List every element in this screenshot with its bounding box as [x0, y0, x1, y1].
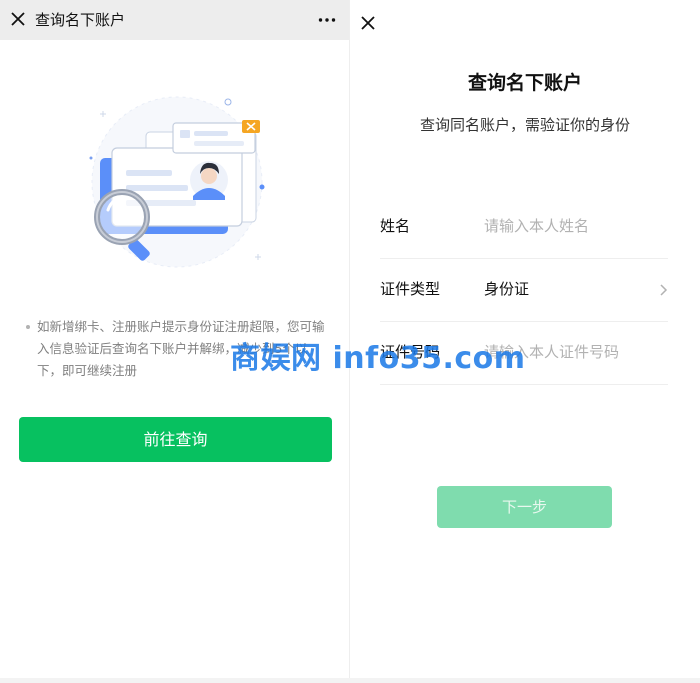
more-dots-icon[interactable] [318, 17, 336, 23]
form-subtitle: 查询同名账户，需验证你的身份 [419, 116, 630, 134]
form-title: 查询名下账户 [467, 72, 582, 94]
go-query-button[interactable]: 前往查询 [19, 417, 332, 462]
close-icon[interactable] [9, 10, 27, 28]
bottom-edge [0, 678, 700, 683]
watermark: 商娱网 info35.com [230, 341, 526, 376]
name-input[interactable]: 请输入本人姓名 [484, 215, 589, 236]
id-type-label: 证件类型 [380, 280, 441, 298]
id-type-select[interactable]: 身份证 [484, 278, 529, 299]
bullet-dot [26, 325, 30, 329]
name-field-row[interactable]: 姓名 请输入本人姓名 [380, 196, 668, 259]
chevron-right-icon [660, 284, 668, 296]
id-card-magnifier-illustration [89, 96, 265, 268]
page-title: 查询名下账户 [35, 11, 126, 29]
name-label: 姓名 [380, 217, 411, 235]
id-type-row[interactable]: 证件类型 身份证 [380, 259, 668, 322]
next-step-button[interactable]: 下一步 [437, 486, 612, 528]
nav-bar: 查询名下账户 [0, 0, 350, 40]
close-icon[interactable] [359, 14, 377, 32]
